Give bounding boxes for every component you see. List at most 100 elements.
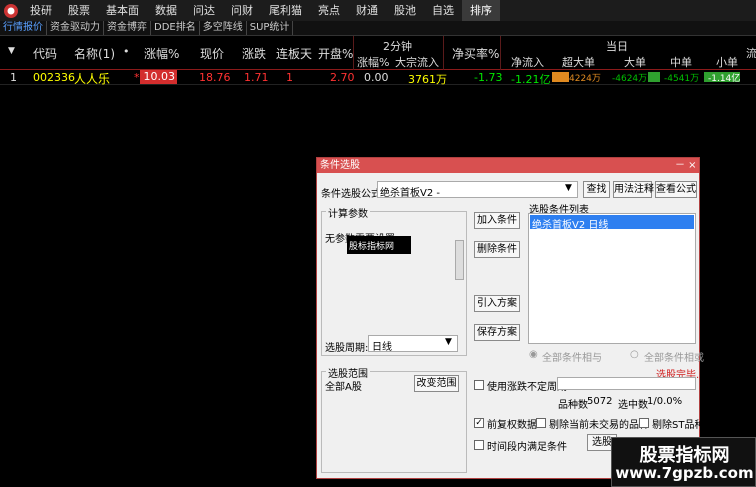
header-divider <box>353 36 354 70</box>
count-value: 5072 <box>587 396 613 407</box>
app-logo-icon[interactable] <box>0 0 22 21</box>
menu-item-highlights[interactable]: 亮点 <box>310 0 348 21</box>
adjusted-label[interactable]: 前复权数据 <box>487 416 537 431</box>
col-small[interactable]: 小单 <box>716 54 738 70</box>
col-two-min-change[interactable]: 涨幅% <box>357 54 389 70</box>
period-select[interactable]: 日线 ▼ <box>368 335 458 353</box>
watermark-url: www.7gpzb.com <box>615 464 754 482</box>
import-plan-button[interactable]: 引入方案 <box>474 295 520 312</box>
tab-long-short[interactable]: 多空阵线 <box>200 21 247 35</box>
menu-item-research[interactable]: 投研 <box>22 0 60 21</box>
tab-quotes[interactable]: 行情报价 <box>0 21 47 35</box>
col-block-inflow[interactable]: 大宗流入 <box>395 54 439 70</box>
col-truncated: 流 <box>746 47 756 60</box>
col-code[interactable]: 代码 <box>33 45 57 62</box>
condition-list[interactable]: 绝杀首板V2 日线 <box>528 213 696 344</box>
tab-sup-stats[interactable]: SUP统计 <box>247 21 294 35</box>
formula-select[interactable]: 绝杀首板V2 - ▼ <box>377 181 578 199</box>
radio-and-label[interactable]: 全部条件相与 <box>542 349 602 364</box>
period-input[interactable] <box>557 377 696 390</box>
period-label: 选股周期: <box>325 343 369 354</box>
tab-fund-drive[interactable]: 资金驱动力 <box>47 21 104 35</box>
row-medium-bar <box>648 72 660 82</box>
row-net-buy: -1.73 <box>474 71 503 84</box>
selected-label: 选中数 <box>618 400 648 411</box>
menu-item-caitong[interactable]: 财通 <box>348 0 386 21</box>
col-super-large[interactable]: 超大单 <box>562 54 595 70</box>
remove-untraded-checkbox[interactable] <box>536 418 546 428</box>
use-period-checkbox[interactable] <box>474 380 484 390</box>
sort-arrow-icon[interactable]: ▼ <box>8 46 15 56</box>
col-limit-days[interactable]: 连板天 <box>276 45 312 62</box>
menu-item-watchlist[interactable]: 自选 <box>424 0 462 21</box>
radio-and-icon[interactable]: ◉ <box>529 349 538 360</box>
row-super-large: 4224万 <box>569 74 601 84</box>
dialog-window-controls[interactable]: － × <box>675 158 697 173</box>
selected-value: 1/0.0% <box>647 396 683 407</box>
remove-st-label[interactable]: 剔除ST品种 <box>652 416 704 431</box>
chevron-down-icon[interactable]: ▼ <box>445 337 452 347</box>
table-row[interactable]: 1 002336 人人乐 * 10.03 18.76 1.71 1 2.70 0… <box>0 70 756 86</box>
row-medium: -4541万 <box>664 74 700 84</box>
params-overlay-text: 股标指标网 <box>349 242 395 252</box>
range-value: 全部A股 <box>325 382 362 393</box>
header-divider <box>500 36 501 70</box>
col-medium[interactable]: 中单 <box>670 54 692 70</box>
col-price[interactable]: 现价 <box>200 45 224 62</box>
tab-fund-game[interactable]: 资金博弈 <box>104 21 151 35</box>
time-period-checkbox[interactable] <box>474 440 484 450</box>
formula-label: 条件选股公式 <box>321 189 381 200</box>
menu-item-wencai[interactable]: 问财 <box>223 0 261 21</box>
row-change: 1.71 <box>244 71 269 84</box>
row-limit-days: 1 <box>286 71 293 84</box>
row-super-large-bar <box>552 72 569 82</box>
find-button[interactable]: 查找 <box>583 181 610 198</box>
col-net-inflow[interactable]: 净流入 <box>511 54 544 70</box>
save-plan-button[interactable]: 保存方案 <box>474 324 520 341</box>
use-period-label[interactable]: 使用涨跌不定周期 <box>487 378 567 393</box>
add-condition-button[interactable]: 加入条件 <box>474 212 520 229</box>
col-large[interactable]: 大单 <box>624 54 646 70</box>
col-name-dot: • <box>123 45 130 58</box>
menu-item-sort[interactable]: 排序 <box>462 0 500 21</box>
col-open-pct[interactable]: 开盘% <box>318 45 353 62</box>
menu-item-stock-pool[interactable]: 股池 <box>386 0 424 21</box>
radio-or-icon[interactable]: ○ <box>630 349 639 360</box>
params-scrollbar[interactable] <box>455 240 464 280</box>
menu-item-stocks[interactable]: 股票 <box>60 0 98 21</box>
chevron-down-icon[interactable]: ▼ <box>565 183 572 193</box>
stock-filter-dialog: 条件选股 － × 条件选股公式 绝杀首板V2 - ▼ 查找 用法注释 查看公式 … <box>316 157 704 479</box>
menu-item-data[interactable]: 数据 <box>147 0 185 21</box>
row-open-pct: 2.70 <box>330 71 355 84</box>
remove-st-checkbox[interactable] <box>639 418 649 428</box>
col-net-buy[interactable]: 净买率% <box>452 45 499 62</box>
row-code: 002336 <box>33 71 75 84</box>
adjusted-checkbox[interactable]: ✓ <box>474 418 484 428</box>
row-net-inflow: -1.21亿 <box>511 73 551 86</box>
header-divider <box>443 36 444 70</box>
col-group-two-min: 2分钟 <box>383 40 412 53</box>
row-small: -1.14亿 <box>708 74 741 84</box>
menu-item-fundamentals[interactable]: 基本面 <box>98 0 147 21</box>
menu-bar: 投研 股票 基本面 数据 问达 问财 尾利猫 亮点 财通 股池 自选 排序 <box>0 0 756 21</box>
col-change-pct[interactable]: 涨幅% <box>144 45 179 62</box>
menu-item-weilimao[interactable]: 尾利猫 <box>261 0 310 21</box>
tab-dde-rank[interactable]: DDE排名 <box>151 21 200 35</box>
row-price: 18.76 <box>199 71 231 84</box>
delete-condition-button[interactable]: 删除条件 <box>474 241 520 258</box>
time-period-label[interactable]: 时间段内满足条件 <box>487 438 567 453</box>
view-formula-button[interactable]: 查看公式 <box>655 181 697 198</box>
usage-note-button[interactable]: 用法注释 <box>613 181 654 198</box>
remove-untraded-label[interactable]: 剔除当前未交易的品种 <box>549 416 649 431</box>
count-label: 品种数 <box>558 400 588 411</box>
col-name[interactable]: 名称(1) <box>74 45 115 62</box>
row-large: -4624万 <box>612 74 648 84</box>
menu-item-wenda[interactable]: 问达 <box>185 0 223 21</box>
change-range-button[interactable]: 改变范围 <box>414 375 459 392</box>
col-change[interactable]: 涨跌 <box>242 45 266 62</box>
dialog-title[interactable]: 条件选股 <box>317 158 699 173</box>
list-item[interactable]: 绝杀首板V2 日线 <box>530 215 694 231</box>
radio-or-label[interactable]: 全部条件相或 <box>644 349 704 364</box>
formula-value: 绝杀首板V2 - <box>380 188 440 199</box>
col-group-today: 当日 <box>606 40 628 53</box>
